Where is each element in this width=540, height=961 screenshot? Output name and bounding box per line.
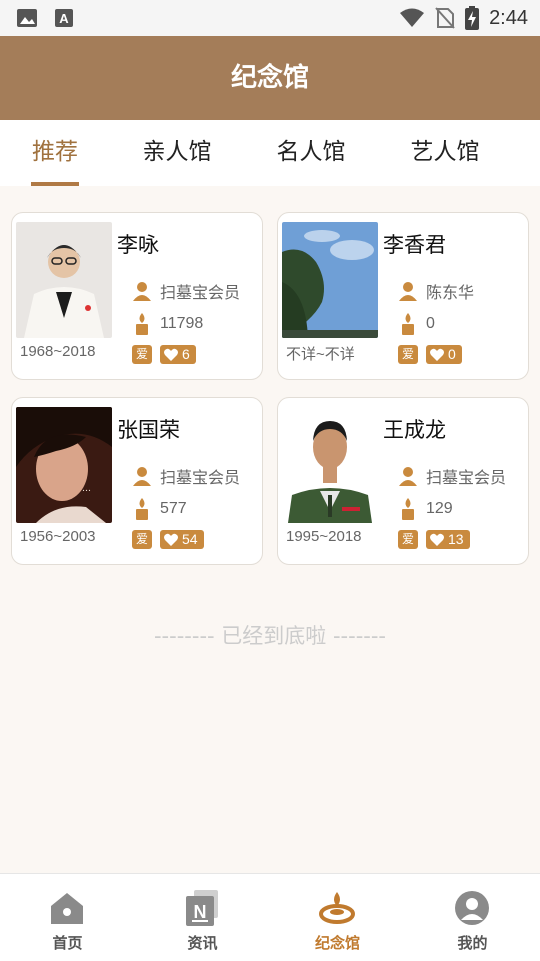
love-badge: 爱 bbox=[398, 345, 418, 364]
clock: 2:44 bbox=[489, 6, 528, 29]
candle-count: 0 bbox=[426, 315, 435, 332]
life-years: 不详~不详 bbox=[286, 346, 355, 363]
like-button[interactable]: 13 bbox=[426, 530, 470, 549]
love-badge: 爱 bbox=[398, 530, 418, 549]
wifi-icon bbox=[400, 8, 425, 27]
memorial-card[interactable]: … 1956~2003 张国荣 扫墓宝会员 577 爱 54 bbox=[11, 397, 263, 565]
like-button[interactable]: 0 bbox=[426, 345, 462, 364]
tab-celebrity[interactable]: 名人馆 bbox=[256, 120, 366, 186]
portrait-photo bbox=[282, 222, 378, 338]
battery-charging-icon bbox=[465, 6, 480, 30]
person-name: 张国荣 bbox=[117, 418, 180, 442]
candle-icon bbox=[136, 498, 148, 520]
candle-count: 11798 bbox=[160, 315, 204, 332]
portrait-photo bbox=[16, 222, 112, 338]
heart-icon bbox=[430, 533, 444, 546]
heart-icon bbox=[430, 348, 444, 361]
user-icon bbox=[399, 282, 417, 301]
memorial-card[interactable]: 1995~2018 王成龙 扫墓宝会员 129 爱 13 bbox=[277, 397, 529, 565]
nav-profile[interactable]: 我的 bbox=[405, 874, 540, 961]
person-name: 李咏 bbox=[117, 233, 159, 257]
life-years: 1968~2018 bbox=[20, 343, 96, 360]
like-count: 6 bbox=[182, 346, 190, 362]
love-badge: 爱 bbox=[132, 345, 152, 364]
like-count: 0 bbox=[448, 346, 456, 362]
svg-text:A: A bbox=[59, 11, 69, 26]
candle-icon bbox=[402, 313, 414, 335]
nav-label: 资讯 bbox=[187, 934, 218, 952]
memorial-card[interactable]: 不详~不详 李香君 陈东华 0 爱 0 bbox=[277, 212, 529, 380]
app-bar: 纪念馆 bbox=[0, 36, 540, 120]
nav-home[interactable]: 首页 bbox=[0, 874, 135, 961]
nav-label: 首页 bbox=[52, 934, 83, 952]
home-icon bbox=[51, 893, 83, 924]
like-button[interactable]: 6 bbox=[160, 345, 196, 364]
owner-name: 扫墓宝会员 bbox=[426, 468, 507, 487]
news-icon: N bbox=[186, 890, 218, 926]
image-icon bbox=[17, 9, 37, 27]
font-icon: A bbox=[55, 9, 73, 27]
person-name: 王成龙 bbox=[383, 418, 446, 442]
tab-artist[interactable]: 艺人馆 bbox=[390, 120, 500, 186]
candle-icon bbox=[402, 498, 414, 520]
memorial-card[interactable]: 1968~2018 李咏 扫墓宝会员 11798 爱 6 bbox=[11, 212, 263, 380]
heart-icon bbox=[164, 533, 178, 546]
candle-count: 577 bbox=[160, 500, 187, 517]
status-bar: A 2:44 bbox=[0, 0, 540, 36]
no-sim-icon bbox=[435, 7, 455, 29]
tab-bar: 推荐 亲人馆 名人馆 艺人馆 bbox=[0, 120, 540, 186]
tab-indicator bbox=[31, 182, 79, 186]
candle-count: 129 bbox=[426, 500, 453, 517]
like-count: 13 bbox=[448, 531, 464, 547]
nav-label: 我的 bbox=[457, 934, 488, 952]
nav-label: 纪念馆 bbox=[314, 934, 360, 952]
nav-memorial[interactable]: 纪念馆 bbox=[270, 874, 405, 961]
life-years: 1956~2003 bbox=[20, 528, 96, 545]
person-name: 李香君 bbox=[383, 233, 446, 257]
owner-name: 扫墓宝会员 bbox=[160, 468, 241, 487]
bottom-nav: 首页 N 资讯 纪念馆 我的 bbox=[0, 873, 540, 961]
svg-text:…: … bbox=[82, 484, 91, 494]
profile-icon bbox=[455, 891, 489, 925]
portrait-photo bbox=[282, 407, 378, 523]
user-icon bbox=[133, 282, 151, 301]
user-icon bbox=[399, 467, 417, 486]
love-badge: 爱 bbox=[132, 530, 152, 549]
like-count: 54 bbox=[182, 531, 198, 547]
nav-news[interactable]: N 资讯 bbox=[135, 874, 270, 961]
memorial-icon bbox=[319, 892, 355, 924]
life-years: 1995~2018 bbox=[286, 528, 362, 545]
owner-name: 陈东华 bbox=[426, 283, 475, 302]
page-title: 纪念馆 bbox=[230, 63, 309, 93]
owner-name: 扫墓宝会员 bbox=[160, 283, 241, 302]
svg-text:N: N bbox=[194, 902, 207, 922]
end-of-list-note: -------- 已经到底啦 ------- bbox=[153, 624, 386, 648]
portrait-photo: … bbox=[16, 407, 112, 523]
tab-family[interactable]: 亲人馆 bbox=[122, 120, 232, 186]
heart-icon bbox=[164, 348, 178, 361]
like-button[interactable]: 54 bbox=[160, 530, 204, 549]
tab-recommend[interactable]: 推荐 bbox=[0, 120, 110, 186]
user-icon bbox=[133, 467, 151, 486]
candle-icon bbox=[136, 313, 148, 335]
